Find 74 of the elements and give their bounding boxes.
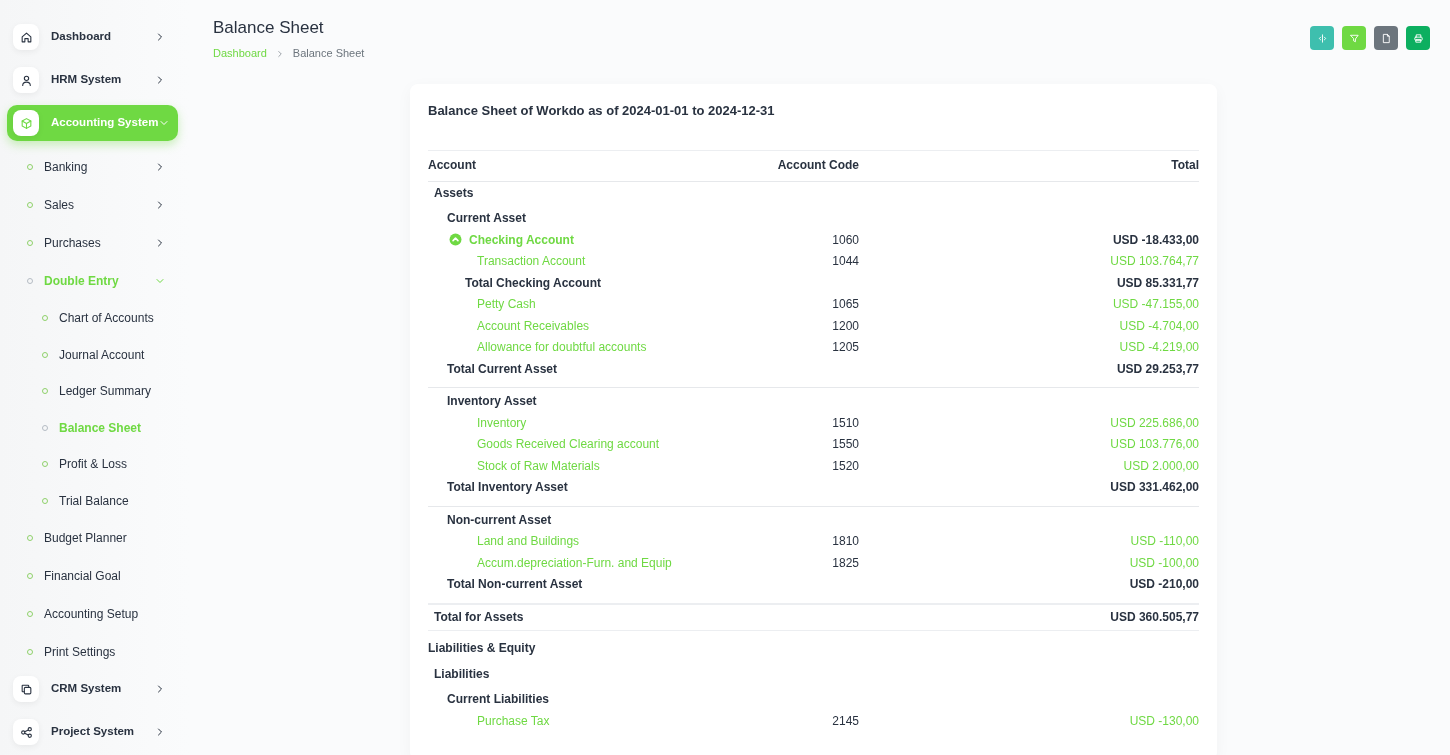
amount: USD -4.704,00	[1118, 317, 1199, 335]
account-code: 1044	[831, 253, 859, 271]
amount: USD 360.505,77	[1109, 608, 1199, 626]
toggle-button[interactable]	[1310, 26, 1334, 50]
amount: USD 103.764,77	[1109, 253, 1199, 271]
total-label: Total for Assets	[433, 608, 525, 626]
filter-button[interactable]	[1342, 26, 1366, 50]
account-code: 1060	[831, 231, 859, 249]
copy-icon	[19, 682, 33, 696]
report-title: Balance Sheet of Workdo as of 2024-01-01 to 2024-12-31	[428, 101, 776, 120]
print-button[interactable]	[1406, 26, 1430, 50]
column-header: Account	[428, 151, 739, 182]
sidebar-item[interactable]: Sales	[7, 186, 178, 224]
account-code: 1550	[831, 436, 859, 454]
sidebar-item[interactable]: Profit & Loss	[7, 446, 178, 483]
sidebar-item[interactable]: Banking	[7, 148, 178, 186]
sidebar-item[interactable]: Ledger Summary	[7, 373, 178, 410]
page-title: Balance Sheet	[213, 18, 325, 39]
account-code: 1205	[831, 339, 859, 357]
total-label: Total Inventory Asset	[446, 479, 569, 497]
sidebar-item[interactable]: Journal Account	[7, 336, 178, 373]
amount: USD -130,00	[1128, 712, 1199, 730]
sidebar-item[interactable]: Accounting Setup	[7, 595, 178, 633]
cube-icon	[19, 116, 33, 130]
sidebar-item[interactable]: Trial Balance	[7, 482, 178, 519]
account-code: 1520	[831, 457, 859, 475]
total-label: Total Current Asset	[446, 360, 558, 378]
account-code: 1810	[831, 533, 859, 551]
section-title: Liabilities	[433, 665, 491, 683]
total-label: Total Checking Account	[464, 274, 602, 292]
account-code: 1825	[831, 554, 859, 572]
user-icon	[19, 73, 33, 87]
group-title: Inventory Asset	[446, 393, 538, 411]
sidebar-module[interactable]: Dashboard	[7, 19, 178, 55]
breadcrumb-current: Balance Sheet	[292, 46, 365, 62]
sidebar-module[interactable]: CRM System	[7, 671, 178, 707]
sidebar-item[interactable]: Financial Goal	[7, 557, 178, 595]
filter-icon	[1348, 32, 1360, 44]
account-code: 2145	[831, 712, 859, 730]
amount: USD -210,00	[1128, 576, 1199, 594]
home-icon	[19, 30, 33, 44]
account-code: 1200	[831, 317, 859, 335]
group-title: Non-current Asset	[446, 511, 553, 529]
amount: USD 103.776,00	[1109, 436, 1199, 454]
sidebar-module[interactable]: HRM System	[7, 62, 178, 98]
column-header: Total	[859, 151, 1199, 182]
section-heading: Liabilities & Equity	[428, 640, 537, 658]
section-title: Assets	[433, 184, 475, 202]
total-label: Total Non-current Asset	[446, 576, 584, 594]
amount: USD 331.462,00	[1109, 479, 1199, 497]
column-header: Account Code	[739, 151, 859, 182]
amount: USD -110,00	[1129, 533, 1199, 551]
group-title: Current Liabilities	[446, 691, 551, 709]
file-icon	[1380, 32, 1392, 44]
amount: USD 29.253,77	[1115, 360, 1199, 378]
amount: USD 2.000,00	[1122, 457, 1199, 475]
account-code: 1510	[831, 414, 859, 432]
amount: USD 85.331,77	[1115, 274, 1199, 292]
group-title: Current Asset	[446, 210, 527, 228]
amount: USD 225.686,00	[1109, 414, 1199, 432]
amount: USD -100,00	[1128, 554, 1199, 572]
split-icon	[1316, 32, 1328, 44]
sidebar-item[interactable]: Chart of Accounts	[7, 300, 178, 337]
amount: USD -18.433,00	[1111, 231, 1199, 249]
printer-icon	[1412, 32, 1424, 44]
export-button[interactable]	[1374, 26, 1398, 50]
sidebar-item[interactable]: Budget Planner	[7, 519, 178, 557]
sidebar-item[interactable]: Purchases	[7, 224, 178, 262]
amount: USD -47.155,00	[1111, 296, 1199, 314]
sidebar-module[interactable]: Project System	[7, 714, 178, 750]
amount: USD -4.219,00	[1118, 339, 1199, 357]
share-icon	[19, 725, 33, 739]
sidebar-item[interactable]: Print Settings	[7, 633, 178, 671]
account-code: 1065	[831, 296, 859, 314]
